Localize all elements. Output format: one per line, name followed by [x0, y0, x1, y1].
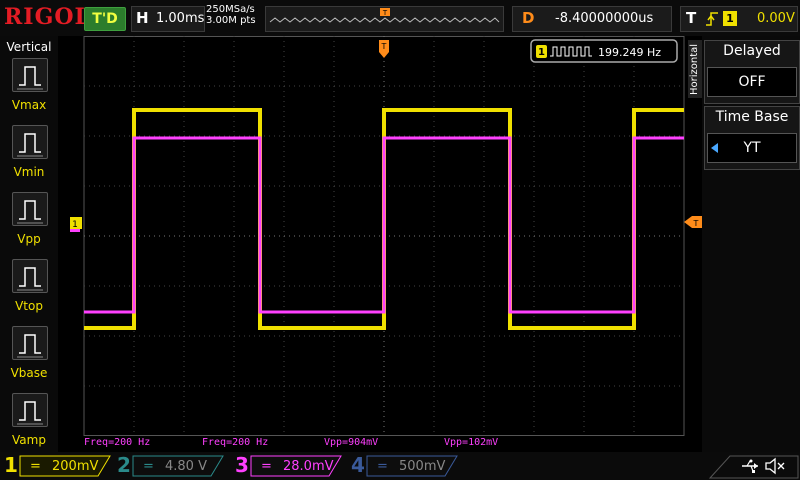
ch1-ground-marker: 1 — [70, 217, 82, 232]
measure-label-vmin: Vmin — [13, 165, 45, 179]
freq-counter-channel: 1 — [538, 47, 545, 58]
waveform-traces — [84, 108, 684, 330]
brand-logo: RIGOL — [4, 4, 91, 30]
timebase-value: 1.00ms — [156, 11, 205, 26]
channel-number: 4 — [351, 453, 365, 477]
measure-freq-ch1: Freq=200 Hz — [84, 437, 151, 448]
sample-rate: 250MSa/s — [206, 4, 255, 15]
rising-edge-icon — [706, 12, 718, 26]
ch1-marker-label: 1 — [72, 220, 78, 230]
trigger-key: T — [686, 9, 697, 27]
measure-freq-ch3: Freq=200 Hz — [202, 437, 269, 448]
arrow-left-icon — [711, 143, 718, 153]
channel-number: 3 — [235, 453, 249, 477]
channel-1-box[interactable]: 1 = 200mV — [0, 453, 112, 477]
channel-scale: 500mV — [399, 459, 446, 474]
time-base-softkey[interactable]: Time Base YT — [704, 106, 800, 170]
channel-number: 1 — [4, 453, 18, 477]
trigger-level-marker: T — [684, 216, 702, 228]
delay-value: -8.40000000us — [555, 11, 654, 26]
trigger-level: 0.00V — [757, 11, 795, 26]
measure-vpp-ch1: Vpp=904mV — [324, 437, 379, 448]
freq-counter-value: 199.249 Hz — [598, 46, 661, 59]
horizontal-menu-tab[interactable]: Horizontal — [688, 40, 702, 98]
time-base-value: YT — [707, 133, 797, 163]
waveform-display[interactable]: 1 T T 1 199.249 Hz — [70, 36, 702, 436]
delay-readout[interactable]: D -8.40000000us — [512, 6, 672, 32]
memory-overview-graphic: T — [269, 8, 500, 23]
channel-3-box[interactable]: 3 = 28.0mV — [231, 453, 343, 477]
run-state-button[interactable]: T'D — [84, 7, 126, 31]
delayed-value: OFF — [707, 67, 797, 97]
measure-button-vmin[interactable] — [12, 125, 48, 159]
vertical-menu-title: Vertical — [6, 40, 52, 54]
timebase-key: H — [136, 9, 149, 27]
vtop-icon — [17, 267, 43, 291]
channel-coupling: = — [143, 459, 154, 474]
channel-coupling: = — [261, 459, 272, 474]
measure-label-vamp: Vamp — [12, 433, 46, 447]
channel-coupling: = — [30, 459, 41, 474]
timebase-readout[interactable]: H 1.00ms — [131, 6, 205, 32]
usb-icon — [742, 459, 758, 473]
trigger-level-marker-label: T — [693, 219, 699, 228]
measure-label-vpp: Vpp — [17, 232, 41, 246]
vmax-icon — [17, 66, 43, 90]
trigger-position-marker-label: T — [382, 9, 388, 17]
trigger-position-top-marker: T — [379, 40, 389, 58]
channel-coupling: = — [377, 459, 388, 474]
channel-scale: 28.0mV — [283, 459, 334, 474]
speaker-muted-icon[interactable] — [764, 457, 786, 475]
vbase-icon — [17, 334, 43, 358]
vpp-icon — [17, 200, 43, 224]
memory-waveform-overview[interactable]: T — [265, 6, 504, 32]
delay-key: D — [522, 9, 535, 27]
channel-number: 2 — [117, 453, 131, 477]
measure-label-vmax: Vmax — [11, 98, 47, 112]
trigger-readout[interactable]: T 1 0.00V — [680, 6, 798, 32]
delayed-title: Delayed — [723, 43, 781, 59]
measure-vpp-ch3: Vpp=102mV — [444, 437, 499, 448]
measure-button-vamp[interactable] — [12, 393, 48, 427]
channel-4-box[interactable]: 4 = 500mV — [347, 453, 459, 477]
measure-button-vmax[interactable] — [12, 58, 48, 92]
trigger-source-badge: 1 — [723, 11, 737, 26]
vamp-icon — [17, 401, 43, 425]
channel-scale: 200mV — [52, 459, 99, 474]
memory-depth: 3.00M pts — [206, 15, 256, 26]
channel-scale: 4.80 V — [165, 459, 207, 474]
frequency-counter: 1 199.249 Hz — [530, 39, 678, 63]
vmin-icon — [17, 133, 43, 157]
delayed-softkey[interactable]: Delayed OFF — [704, 40, 800, 104]
trigger-top-marker-label: T — [381, 42, 387, 51]
channel-2-box[interactable]: 2 = 4.80 V — [113, 453, 225, 477]
measure-label-vtop: Vtop — [15, 299, 43, 313]
measure-button-vtop[interactable] — [12, 259, 48, 293]
measurement-results: Freq=200 Hz Freq=200 Hz Vpp=904mV Vpp=10… — [84, 437, 694, 451]
measure-button-vpp[interactable] — [12, 192, 48, 226]
time-base-title: Time Base — [715, 109, 789, 125]
measure-label-vbase: Vbase — [10, 366, 48, 380]
measure-button-vbase[interactable] — [12, 326, 48, 360]
sample-readout: 250MSa/s 3.00M pts — [206, 4, 264, 26]
